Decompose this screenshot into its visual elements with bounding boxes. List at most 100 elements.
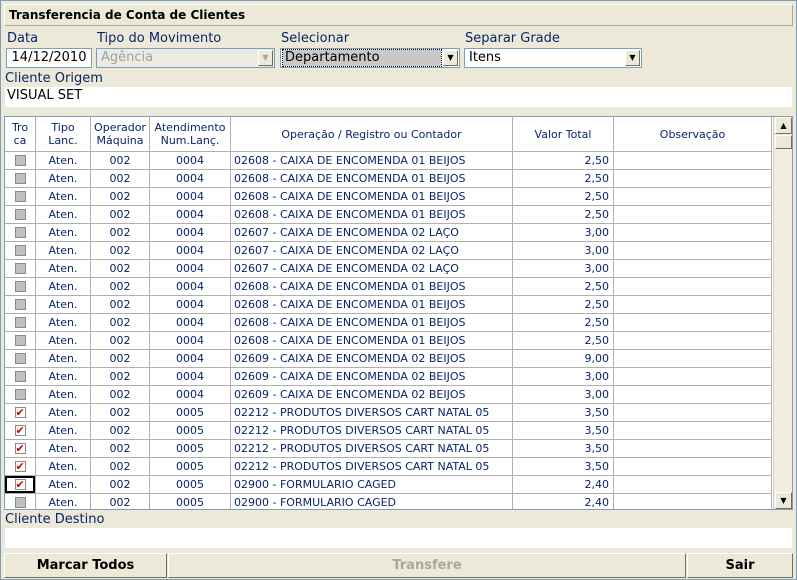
cliente-destino-field[interactable] — [4, 527, 793, 549]
table-row[interactable]: Aten. 002 0004 02608 - CAIXA DE ENCOMENDA 0… — [5, 278, 772, 296]
troca-checkbox-wrap[interactable] — [5, 170, 35, 187]
troca-checkbox-wrap[interactable] — [5, 260, 35, 277]
troca-checkbox[interactable] — [14, 209, 26, 220]
troca-checkbox-wrap[interactable] — [5, 278, 35, 295]
selecionar-select[interactable]: Departamento ▼ — [280, 48, 460, 68]
troca-checkbox[interactable] — [14, 263, 26, 274]
sair-button[interactable]: Sair — [687, 553, 793, 578]
troca-checkbox-cell[interactable] — [5, 386, 36, 403]
troca-checkbox-cell[interactable] — [5, 314, 36, 331]
header-atendimento[interactable]: Atendimento Num.Lanç. — [150, 117, 231, 151]
troca-checkbox-wrap[interactable] — [5, 188, 35, 205]
table-row[interactable]: Aten. 002 0004 02607 - CAIXA DE ENCOMENDA 0… — [5, 224, 772, 242]
checkmark-icon[interactable] — [14, 476, 26, 493]
table-row[interactable]: Aten. 002 0004 02607 - CAIXA DE ENCOMENDA 0… — [5, 242, 772, 260]
scroll-down-icon[interactable]: ▼ — [775, 492, 792, 509]
troca-checkbox-cell[interactable] — [5, 296, 36, 313]
troca-checkbox-cell[interactable] — [5, 440, 36, 457]
troca-checkbox-cell[interactable] — [5, 404, 36, 421]
cliente-origem-field[interactable]: VISUAL SET — [4, 86, 793, 108]
table-row[interactable]: Aten. 002 0004 02609 - CAIXA DE ENCOMENDA 0… — [5, 386, 772, 404]
troca-checkbox[interactable] — [14, 353, 26, 364]
table-row[interactable]: Aten. 002 0004 02608 - CAIXA DE ENCOMENDA 0… — [5, 152, 772, 170]
troca-checkbox-wrap[interactable] — [5, 152, 35, 169]
troca-checkbox[interactable] — [14, 191, 26, 202]
checkmark-icon[interactable] — [14, 440, 26, 457]
header-observacao[interactable]: Observação — [614, 117, 772, 151]
troca-checkbox-cell[interactable] — [5, 458, 36, 475]
table-row[interactable]: Aten.002000502212 - PRODUTOS DIVERSOS CA… — [5, 422, 772, 440]
troca-checkbox-wrap[interactable] — [5, 296, 35, 313]
troca-checkbox[interactable] — [14, 173, 26, 184]
scroll-up-icon[interactable]: ▲ — [775, 117, 792, 134]
transfere-button[interactable]: Transfere — [168, 553, 686, 578]
marcar-todos-button[interactable]: Marcar Todos — [4, 553, 167, 578]
chevron-down-icon[interactable]: ▼ — [443, 50, 458, 66]
scroll-thumb[interactable] — [775, 135, 792, 149]
troca-checkbox-wrap[interactable] — [5, 224, 35, 241]
troca-checkbox-cell[interactable] — [5, 368, 36, 385]
troca-checkbox[interactable] — [14, 497, 26, 508]
troca-checkbox-wrap[interactable] — [5, 314, 35, 331]
troca-checkbox[interactable] — [14, 155, 26, 166]
table-row[interactable]: Aten. 002 0004 02608 - CAIXA DE ENCOMENDA 0… — [5, 188, 772, 206]
table-row[interactable]: Aten.002000502900 - FORMULARIO CAGED2,40 — [5, 494, 772, 509]
troca-checkbox-wrap[interactable] — [5, 422, 35, 439]
tipo-movimento-select[interactable]: Agência ▼ — [96, 48, 275, 68]
troca-checkbox[interactable] — [14, 281, 26, 292]
table-row[interactable]: Aten. 002 0004 02608 - CAIXA DE ENCOMENDA 0… — [5, 314, 772, 332]
table-row[interactable]: Aten. 002 0004 02609 - CAIXA DE ENCOMENDA 0… — [5, 368, 772, 386]
troca-checkbox-wrap[interactable] — [5, 332, 35, 349]
troca-checkbox-wrap[interactable] — [5, 404, 35, 421]
table-row[interactable]: Aten.002000502212 - PRODUTOS DIVERSOS CA… — [5, 458, 772, 476]
troca-checkbox[interactable] — [14, 335, 26, 346]
troca-checkbox-cell[interactable] — [5, 152, 36, 169]
table-row[interactable]: Aten. 002 0004 02609 - CAIXA DE ENCOMENDA 0… — [5, 350, 772, 368]
troca-checkbox[interactable] — [14, 299, 26, 310]
troca-checkbox-wrap[interactable] — [5, 242, 35, 259]
troca-checkbox-cell[interactable] — [5, 476, 36, 493]
table-row[interactable]: Aten. 002 0004 02608 - CAIXA DE ENCOMENDA 0… — [5, 332, 772, 350]
troca-checkbox-wrap[interactable] — [5, 368, 35, 385]
troca-checkbox-cell[interactable] — [5, 224, 36, 241]
table-row[interactable]: Aten.002000502212 - PRODUTOS DIVERSOS CA… — [5, 404, 772, 422]
troca-checkbox[interactable] — [14, 389, 26, 400]
troca-checkbox-wrap[interactable] — [5, 494, 35, 509]
header-operacao[interactable]: Operação / Registro ou Contador — [231, 117, 513, 151]
troca-checkbox-cell[interactable] — [5, 188, 36, 205]
troca-checkbox-cell[interactable] — [5, 206, 36, 223]
table-row[interactable]: Aten.002000502900 - FORMULARIO CAGED2,40 — [5, 476, 772, 494]
table-row[interactable]: Aten.002000502212 - PRODUTOS DIVERSOS CA… — [5, 440, 772, 458]
chevron-down-icon[interactable]: ▼ — [258, 50, 273, 66]
table-row[interactable]: Aten. 002 0004 02607 - CAIXA DE ENCOMENDA 0… — [5, 260, 772, 278]
troca-checkbox[interactable] — [14, 317, 26, 328]
table-row[interactable]: Aten. 002 0004 02608 - CAIXA DE ENCOMENDA 0… — [5, 170, 772, 188]
header-operador[interactable]: Operador Máquina — [91, 117, 150, 151]
troca-checkbox-cell[interactable] — [5, 242, 36, 259]
checkmark-icon[interactable] — [14, 422, 26, 439]
header-valor-total[interactable]: Valor Total — [513, 117, 614, 151]
troca-checkbox-cell[interactable] — [5, 422, 36, 439]
troca-checkbox-cell[interactable] — [5, 278, 36, 295]
checkmark-icon[interactable] — [14, 458, 26, 475]
data-field[interactable]: 14/12/2010 — [6, 48, 92, 68]
troca-checkbox-cell[interactable] — [5, 170, 36, 187]
troca-checkbox-wrap[interactable] — [5, 458, 35, 475]
grid-scrollbar[interactable]: ▲ ▼ — [773, 117, 792, 509]
header-tipo-lanc[interactable]: Tipo Lanc. — [36, 117, 91, 151]
troca-checkbox-cell[interactable] — [5, 260, 36, 277]
table-row[interactable]: Aten. 002 0004 02608 - CAIXA DE ENCOMENDA 0… — [5, 296, 772, 314]
troca-checkbox-wrap[interactable] — [5, 386, 35, 403]
troca-checkbox[interactable] — [14, 245, 26, 256]
troca-checkbox-cell[interactable] — [5, 350, 36, 367]
troca-checkbox-wrap[interactable] — [5, 206, 35, 223]
troca-checkbox-wrap[interactable] — [5, 440, 35, 457]
troca-checkbox[interactable] — [14, 227, 26, 238]
troca-checkbox-cell[interactable] — [5, 332, 36, 349]
troca-checkbox-cell[interactable] — [5, 494, 36, 509]
header-troca[interactable]: Tro ca — [5, 117, 36, 151]
troca-checkbox-wrap[interactable] — [5, 476, 35, 493]
troca-checkbox[interactable] — [14, 371, 26, 382]
troca-checkbox-wrap[interactable] — [5, 350, 35, 367]
checkmark-icon[interactable] — [14, 404, 26, 421]
